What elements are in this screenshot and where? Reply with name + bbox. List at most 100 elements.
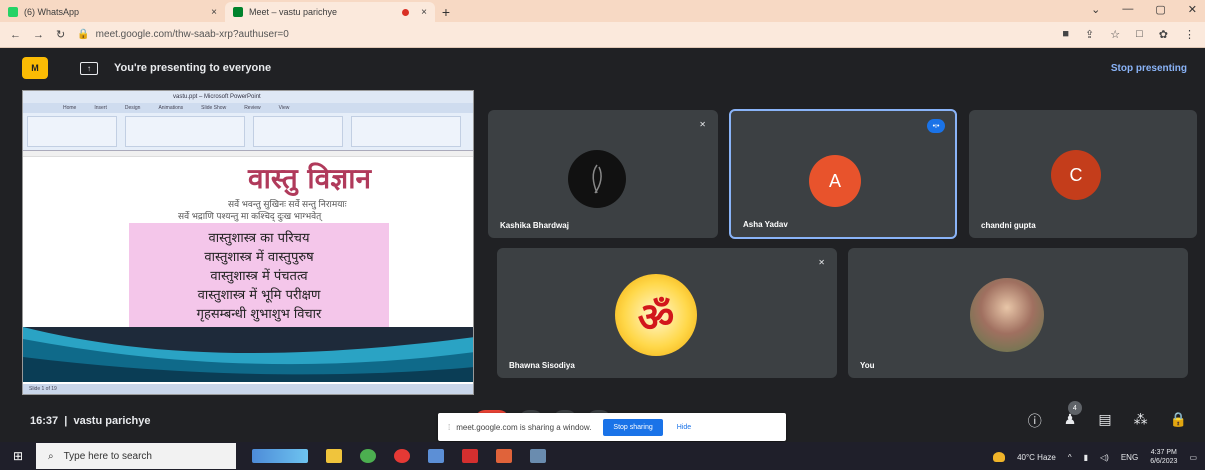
- tab-meet[interactable]: Meet – vastu parichye ×: [225, 2, 435, 22]
- participant-tile[interactable]: C chandni gupta: [969, 110, 1197, 238]
- screen: (6) WhatsApp × Meet – vastu parichye × +…: [0, 0, 1205, 470]
- taskbar-apps: [252, 449, 546, 463]
- tab-title: Meet – vastu parichye: [249, 7, 338, 17]
- ribbon-group: [27, 116, 117, 147]
- ribbon-tab[interactable]: Slide Show: [201, 105, 226, 111]
- meeting-info: 16:37 | vastu parichye: [30, 415, 151, 427]
- windows-start-icon[interactable]: ⊞: [0, 449, 36, 463]
- search-icon: ⌕: [48, 450, 54, 462]
- participant-tile[interactable]: ✕ ॐ Bhawna Sisodiya: [497, 248, 837, 378]
- taskbar-search[interactable]: ⌕ Type here to search: [36, 443, 236, 469]
- ppt-status-bar: Slide 1 of 19: [23, 384, 473, 394]
- participant-name: chandni gupta: [981, 221, 1036, 230]
- slide-bullet: वास्तुशास्त्र में पंचतत्व: [210, 268, 308, 284]
- stop-sharing-button[interactable]: Stop sharing: [603, 418, 663, 436]
- presentation-panel: vastu.ppt – Microsoft PowerPoint Home In…: [22, 90, 474, 395]
- ribbon-tab[interactable]: Insert: [94, 105, 107, 111]
- weather-text[interactable]: 40°C Haze: [1017, 453, 1056, 462]
- tab-title: (6) WhatsApp: [24, 7, 80, 17]
- om-symbol-icon: ॐ: [637, 295, 675, 340]
- participant-tile[interactable]: You: [848, 248, 1188, 378]
- tab-whatsapp[interactable]: (6) WhatsApp ×: [0, 2, 225, 22]
- avatar: C: [1051, 150, 1101, 200]
- menu-icon[interactable]: ⋮: [1184, 28, 1195, 41]
- ribbon-tab[interactable]: Animations: [158, 105, 183, 111]
- volume-icon[interactable]: ◁): [1100, 453, 1109, 462]
- avatar-initial: C: [1069, 164, 1083, 185]
- weather-icon: [993, 452, 1006, 462]
- camera-icon[interactable]: ■: [1062, 28, 1069, 41]
- hide-button[interactable]: Hide: [677, 424, 691, 431]
- ribbon-tab[interactable]: View: [279, 105, 290, 111]
- close-icon[interactable]: ×: [421, 7, 427, 18]
- recording-dot-icon: [402, 8, 410, 16]
- close-icon[interactable]: ×: [211, 7, 217, 18]
- share-icon[interactable]: ⇪: [1085, 28, 1094, 41]
- tray-chevron-icon[interactable]: ^: [1068, 453, 1072, 462]
- people-count-badge: 4: [1067, 401, 1082, 415]
- ribbon-tab[interactable]: Design: [125, 105, 141, 111]
- back-icon[interactable]: ←: [10, 29, 21, 41]
- network-icon[interactable]: ▮: [1084, 453, 1088, 462]
- participant-name: You: [860, 361, 875, 370]
- opera-icon[interactable]: [394, 449, 410, 463]
- ppt-ribbon: [23, 113, 473, 151]
- chat-icon[interactable]: ▤: [1098, 411, 1111, 431]
- host-controls-icon[interactable]: 🔒: [1170, 411, 1187, 431]
- participant-name: Bhawna Sisodiya: [509, 361, 575, 370]
- ppt-ribbon-tabs: Home Insert Design Animations Slide Show…: [23, 103, 473, 113]
- ribbon-tab[interactable]: Home: [63, 105, 76, 111]
- meeting-name: vastu parichye: [73, 415, 151, 427]
- ribbon-group: [125, 116, 245, 147]
- language-indicator[interactable]: ENG: [1121, 453, 1138, 462]
- slide-content-box: वास्तुशास्त्र का परिचय वास्तुशास्त्र में…: [129, 223, 389, 327]
- powerpoint-icon[interactable]: [496, 449, 512, 463]
- mic-off-icon: ✕: [699, 120, 706, 129]
- chrome-icon[interactable]: [360, 449, 376, 463]
- ribbon-tab[interactable]: Review: [244, 105, 260, 111]
- present-icon: ↑: [80, 61, 98, 75]
- meet-logo-icon: M: [22, 57, 48, 79]
- url-text: meet.google.com/thw-saab-xrp?authuser=0: [95, 29, 289, 40]
- ribbon-group: [253, 116, 343, 147]
- activities-icon[interactable]: ⁂: [1134, 411, 1148, 431]
- chevron-down-icon[interactable]: ⌄: [1091, 3, 1100, 16]
- file-explorer-icon[interactable]: [326, 449, 342, 463]
- reload-icon[interactable]: ↻: [56, 28, 65, 41]
- slide-canvas: वास्तु विज्ञान सर्वे भवन्तु सुखिनः सर्वे…: [23, 157, 473, 382]
- close-window-icon[interactable]: ✕: [1188, 3, 1197, 16]
- forward-icon[interactable]: →: [33, 29, 44, 41]
- whatsapp-icon: [8, 7, 18, 17]
- divider: |: [61, 415, 74, 427]
- search-placeholder: Type here to search: [63, 450, 152, 462]
- window-controls: ⌄ — ▢ ✕: [1091, 3, 1197, 16]
- meet-taskbar-icon[interactable]: [530, 449, 546, 463]
- stop-presenting-button[interactable]: Stop presenting: [1111, 63, 1187, 74]
- minimize-icon[interactable]: —: [1122, 3, 1133, 16]
- tab-search-icon[interactable]: □: [1136, 28, 1143, 41]
- people-icon[interactable]: ♟ 4: [1064, 401, 1082, 431]
- notification-icon[interactable]: ▭: [1189, 453, 1197, 462]
- info-icon[interactable]: ⓘ: [1028, 411, 1042, 431]
- pdf-icon[interactable]: [462, 449, 478, 463]
- url-field[interactable]: 🔒 meet.google.com/thw-saab-xrp?authuser=…: [77, 26, 1050, 44]
- news-widget-icon[interactable]: [252, 449, 308, 463]
- extension-icon[interactable]: ✿: [1159, 28, 1168, 41]
- maximize-icon[interactable]: ▢: [1155, 3, 1165, 16]
- lock-icon: 🔒: [77, 29, 90, 40]
- slide-bullet: गृहसम्बन्धी शुभाशुभ विचार: [196, 307, 322, 323]
- meeting-time: 16:37: [30, 415, 59, 427]
- star-icon[interactable]: ☆: [1110, 28, 1120, 41]
- store-icon[interactable]: [428, 449, 444, 463]
- participant-tile[interactable]: ✕ Kashika Bhardwaj: [488, 110, 718, 238]
- clock[interactable]: 4:37 PM 6/6/2023: [1150, 448, 1177, 466]
- drag-handle-icon[interactable]: ⁞: [448, 423, 450, 432]
- speaking-indicator-icon: •ı•: [927, 119, 945, 133]
- presenting-text: You're presenting to everyone: [114, 62, 272, 74]
- new-tab-button[interactable]: +: [435, 2, 457, 22]
- participant-tile[interactable]: •ı• A Asha Yadav: [729, 109, 957, 239]
- avatar-initial: A: [828, 170, 841, 191]
- slide-mantra-line: सर्वे भद्राणि पश्यन्तु मा कश्चिद् दुःख भ…: [178, 211, 322, 221]
- clock-date: 6/6/2023: [1150, 458, 1178, 465]
- browser-tab-bar: (6) WhatsApp × Meet – vastu parichye × +…: [0, 0, 1205, 22]
